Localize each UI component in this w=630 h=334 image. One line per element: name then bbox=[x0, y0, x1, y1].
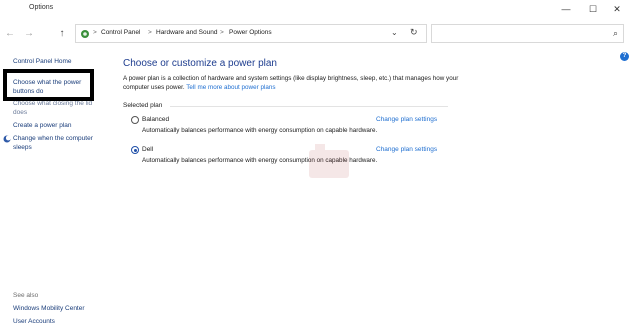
search-icon[interactable]: ⌕ bbox=[613, 28, 618, 39]
search-input[interactable]: ⌕ bbox=[431, 24, 624, 43]
sidebar-item-computer-sleeps[interactable]: Change when the computer sleeps bbox=[13, 135, 103, 152]
page-description: A power plan is a collection of hardware… bbox=[123, 75, 463, 92]
selected-plan-label: Selected plan bbox=[123, 102, 163, 109]
see-also-heading: See also bbox=[13, 292, 39, 299]
plan-balanced-name[interactable]: Balanced bbox=[142, 116, 169, 123]
description-text: A power plan is a collection of hardware… bbox=[123, 75, 459, 91]
title-bar: Options — ☐ ✕ bbox=[0, 0, 630, 20]
refresh-icon[interactable]: ↻ bbox=[410, 27, 418, 38]
sidebar-control-panel-home[interactable]: Control Panel Home bbox=[13, 58, 72, 67]
maximize-button[interactable]: ☐ bbox=[581, 2, 605, 16]
breadcrumb-separator: > bbox=[220, 29, 224, 36]
plan-balanced-description: Automatically balances performance with … bbox=[142, 127, 378, 134]
plan-dell-radio[interactable] bbox=[131, 146, 139, 154]
help-icon[interactable]: ? bbox=[620, 52, 629, 61]
chevron-down-icon[interactable]: ⌄ bbox=[391, 28, 398, 37]
back-button[interactable]: ← bbox=[4, 27, 16, 41]
highlight-box bbox=[3, 69, 94, 101]
watermark-logo bbox=[309, 144, 349, 178]
see-also-mobility-center[interactable]: Windows Mobility Center bbox=[13, 305, 85, 314]
sidebar-item-create-plan[interactable]: Create a power plan bbox=[13, 122, 72, 131]
minimize-button[interactable]: — bbox=[554, 2, 578, 16]
breadcrumb-separator: > bbox=[93, 29, 97, 36]
breadcrumb-control-panel[interactable]: Control Panel bbox=[101, 29, 140, 36]
breadcrumb-hardware-and-sound[interactable]: Hardware and Sound bbox=[156, 29, 217, 36]
see-also-user-accounts[interactable]: User Accounts bbox=[13, 318, 55, 327]
breadcrumb-separator: > bbox=[148, 29, 152, 36]
page-title: Choose or customize a power plan bbox=[123, 58, 277, 69]
plan-dell-change-link[interactable]: Change plan settings bbox=[376, 146, 437, 153]
plan-dell-name[interactable]: Dell bbox=[142, 146, 153, 153]
navigation-bar: ← → ↑ > Control Panel > Hardware and Sou… bbox=[0, 22, 630, 46]
section-divider bbox=[170, 106, 448, 107]
moon-sleep-icon bbox=[3, 135, 11, 143]
plan-balanced-change-link[interactable]: Change plan settings bbox=[376, 116, 437, 123]
address-bar[interactable]: > Control Panel > Hardware and Sound > P… bbox=[75, 24, 427, 43]
breadcrumb-power-options[interactable]: Power Options bbox=[229, 29, 272, 36]
close-button[interactable]: ✕ bbox=[605, 2, 629, 16]
control-panel-icon bbox=[81, 30, 89, 38]
window-title: Options bbox=[29, 4, 54, 11]
power-plans-help-link[interactable]: Tell me more about power plans bbox=[186, 84, 275, 91]
up-button[interactable]: ↑ bbox=[56, 27, 68, 41]
forward-button[interactable]: → bbox=[23, 27, 35, 41]
plan-balanced-radio[interactable] bbox=[131, 116, 139, 124]
sidebar-item-closing-lid[interactable]: Choose what closing the lid does bbox=[13, 100, 93, 117]
